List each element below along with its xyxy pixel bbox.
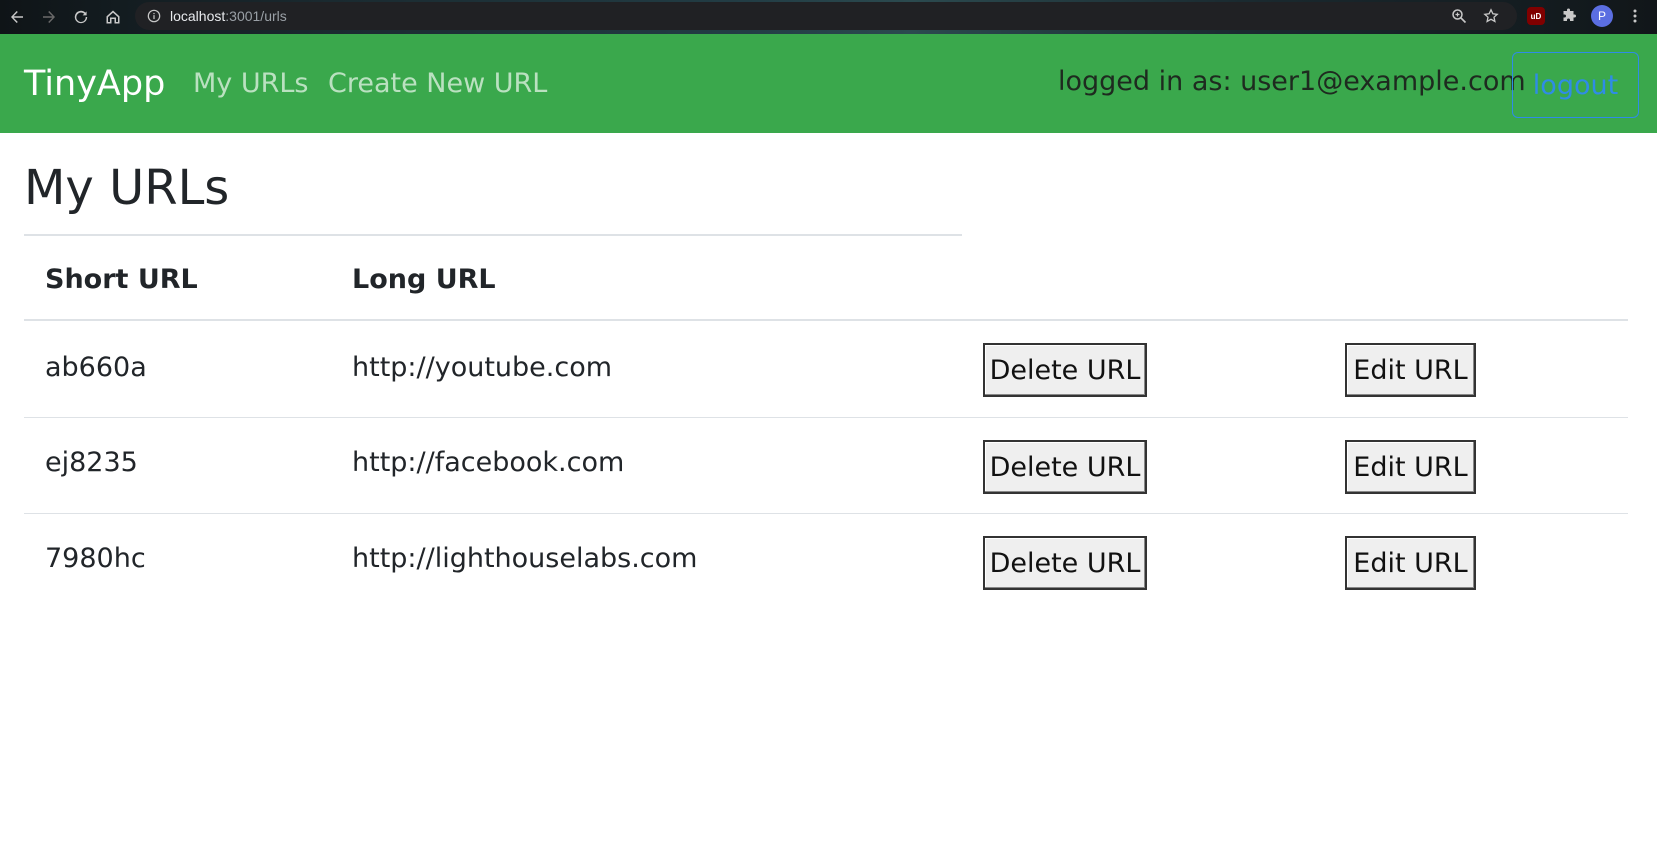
- url-path: :3001/urls: [225, 8, 287, 24]
- header-divider: [24, 319, 1628, 321]
- edit-url-button[interactable]: Edit URL: [1345, 440, 1476, 494]
- short-url-cell: 7980hc: [45, 543, 146, 574]
- brand-link[interactable]: TinyApp: [24, 64, 165, 104]
- star-icon[interactable]: [1483, 8, 1499, 24]
- url-text[interactable]: localhost:3001/urls: [170, 8, 287, 24]
- url-host: localhost: [170, 8, 226, 24]
- column-header-long-url: Long URL: [352, 264, 496, 295]
- zoom-icon[interactable]: [1451, 8, 1467, 24]
- profile-initial: P: [1597, 9, 1606, 23]
- logout-button[interactable]: logout: [1512, 52, 1639, 118]
- page-title: My URLs: [24, 160, 230, 216]
- edit-url-button[interactable]: Edit URL: [1345, 536, 1476, 590]
- arrow-right-icon: [43, 11, 55, 23]
- home-button[interactable]: [100, 4, 126, 30]
- column-header-short-url: Short URL: [45, 264, 198, 295]
- row-divider: [24, 513, 1628, 514]
- profile-avatar[interactable]: P: [1591, 5, 1613, 27]
- info-icon[interactable]: [147, 9, 161, 23]
- edit-url-button[interactable]: Edit URL: [1345, 343, 1476, 397]
- app-navbar: TinyApp My URLs Create New URL logged in…: [0, 34, 1657, 133]
- title-divider: [24, 234, 962, 236]
- row-divider: [24, 417, 1628, 418]
- short-url-cell: ab660a: [45, 352, 147, 383]
- reload-button[interactable]: [68, 4, 94, 30]
- long-url-cell: http://facebook.com: [352, 447, 625, 478]
- short-url-cell: ej8235: [45, 447, 138, 478]
- nav-my-urls-link[interactable]: My URLs: [193, 68, 309, 99]
- long-url-cell: http://lighthouselabs.com: [352, 543, 698, 574]
- back-button[interactable]: [4, 4, 30, 30]
- logged-in-status: logged in as: user1@example.com: [1058, 66, 1526, 97]
- kebab-menu-icon[interactable]: [1626, 7, 1644, 25]
- address-bar[interactable]: localhost:3001/urls: [135, 2, 1517, 30]
- nav-create-new-url-link[interactable]: Create New URL: [328, 68, 547, 99]
- viewport: localhost:3001/urls uD P TinyApp My URLs…: [0, 0, 1657, 864]
- delete-url-button[interactable]: Delete URL: [983, 536, 1147, 590]
- arrow-left-icon: [11, 11, 23, 23]
- delete-url-button[interactable]: Delete URL: [983, 343, 1147, 397]
- long-url-cell: http://youtube.com: [352, 352, 613, 383]
- ublock-label: uD: [1530, 11, 1542, 21]
- ublock-extension-icon[interactable]: uD: [1527, 7, 1545, 25]
- forward-button[interactable]: [36, 4, 62, 30]
- puzzle-icon[interactable]: [1560, 7, 1578, 25]
- delete-url-button[interactable]: Delete URL: [983, 440, 1147, 494]
- home-icon: [106, 10, 120, 24]
- browser-toolbar: localhost:3001/urls uD P: [0, 0, 1657, 34]
- reload-icon: [74, 10, 88, 24]
